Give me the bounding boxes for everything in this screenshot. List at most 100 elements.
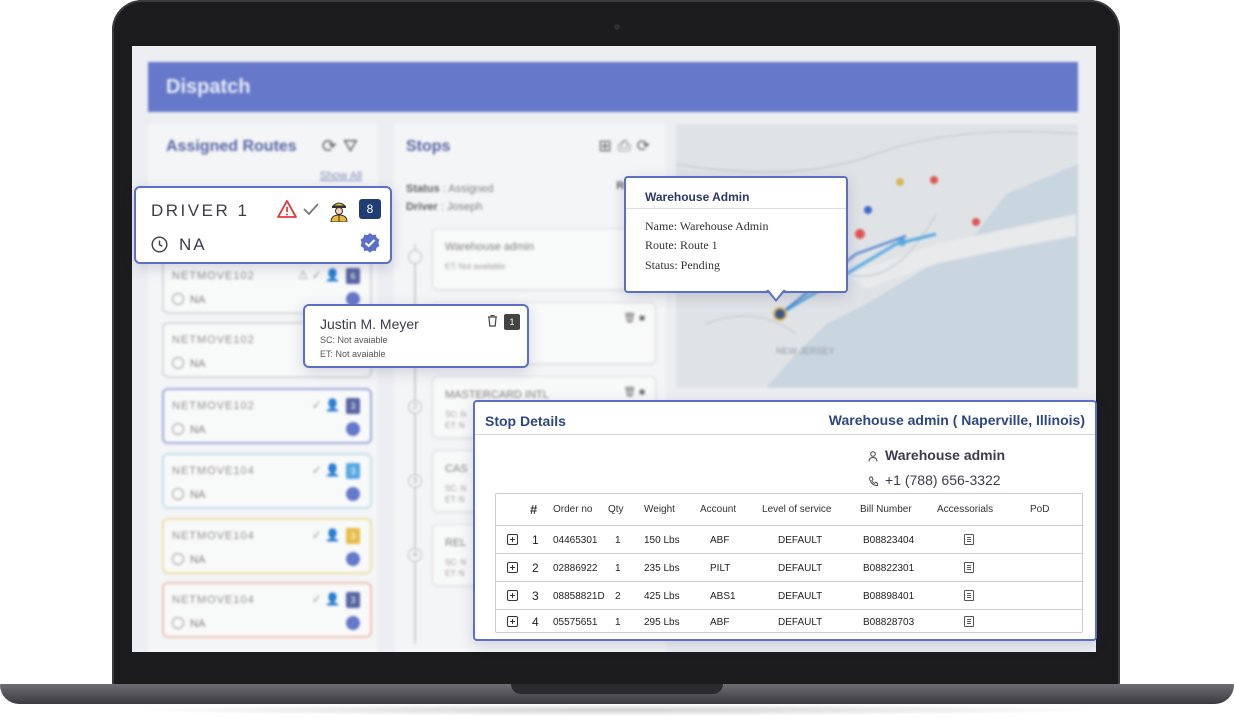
status-icons: ✓ 👤 — [311, 398, 340, 412]
stop-sc: SC: N — [445, 558, 467, 567]
popup-title: Warehouse Admin — [645, 190, 750, 204]
stop-count-badge: 3 — [346, 398, 360, 414]
phone-icon — [869, 476, 878, 486]
status-label: Status — [406, 183, 440, 195]
column-header-number: # — [530, 502, 538, 517]
driver-time: NA — [179, 235, 207, 254]
check-icon — [303, 203, 319, 216]
map-info-popup: Warehouse Admin Name: Warehouse Admin Ro… — [624, 176, 848, 293]
route-name: NETMOVE102 — [172, 270, 255, 282]
refresh-icon[interactable]: ⟳ — [322, 136, 343, 156]
map-pin[interactable] — [898, 238, 906, 246]
accessorials-icon[interactable] — [964, 562, 974, 573]
filter-icon[interactable]: ⛛ — [343, 136, 364, 156]
weight: 150 Lbs — [644, 535, 680, 546]
map-pin[interactable] — [972, 218, 980, 226]
driver-card[interactable]: DRIVER 1 8 NA — [134, 186, 392, 264]
route-card[interactable]: NETMOVE102 ✓ 👤 3 NA — [162, 388, 372, 444]
level-of-service: DEFAULT — [778, 591, 823, 602]
route-name: NETMOVE104 — [172, 530, 255, 542]
driver-avatar-icon — [330, 202, 348, 222]
show-all-link[interactable]: Show All — [320, 170, 362, 182]
stop-et: ET: N — [445, 421, 465, 430]
verified-icon — [346, 616, 360, 630]
route-time: NA — [190, 424, 206, 436]
accessorials-icon[interactable] — [964, 534, 974, 545]
timeline-dot: 4 — [408, 548, 422, 562]
status-icons: ✓ 👤 — [311, 528, 340, 542]
quantity: 2 — [615, 591, 621, 602]
stop-driver-card[interactable]: Justin M. Meyer SC: Not avaiable ET: Not… — [303, 304, 529, 368]
refresh-icon[interactable]: ⟳ — [637, 138, 656, 155]
route-time: NA — [190, 358, 206, 370]
driver-value: Joseph — [446, 201, 483, 213]
column-header-pod: PoD — [1030, 504, 1050, 515]
panel-divider — [475, 434, 1095, 435]
add-icon[interactable]: ⊞ — [598, 138, 617, 155]
map-region-label: NEW JERSEY — [776, 346, 835, 356]
stop-times: SC: N ET: N — [445, 409, 466, 431]
map-pin[interactable] — [773, 307, 787, 321]
column-header-bill-number: Bill Number — [860, 504, 912, 515]
stop-details-title: Stop Details — [485, 413, 566, 429]
expand-row-icon[interactable] — [507, 616, 518, 627]
popup-status-line: Status: Pending — [645, 258, 721, 272]
route-time: NA — [190, 618, 206, 630]
table-row[interactable]: 4 05575651 1 295 Lbs ABF DEFAULT B088287… — [496, 608, 1082, 633]
expand-row-icon[interactable] — [507, 562, 518, 573]
scheduled-time: SC: Not avaiable — [320, 335, 388, 345]
expand-row-icon[interactable] — [507, 534, 518, 545]
table-row[interactable]: 2 02886922 1 235 Lbs PILT DEFAULT B08822… — [496, 554, 1082, 582]
weight: 235 Lbs — [644, 563, 680, 574]
contact-name: Warehouse admin — [885, 447, 1006, 463]
table-row[interactable]: 1 04465301 1 150 Lbs ABF DEFAULT B088234… — [496, 526, 1082, 554]
print-icon[interactable]: ⎙ — [618, 138, 637, 155]
route-card[interactable]: NETMOVE104 ✓ 👤 3 NA — [162, 582, 372, 638]
table-row[interactable]: 3 08858821D 2 425 Lbs ABS1 DEFAULT B0889… — [496, 582, 1082, 610]
level-of-service: DEFAULT — [778, 535, 823, 546]
stop-count-badge: 3 — [346, 463, 360, 479]
map-pin[interactable] — [864, 206, 872, 214]
stop-count-badge: 3 — [346, 528, 360, 544]
bill-number: B08823404 — [863, 535, 915, 546]
row-number: 3 — [532, 589, 539, 603]
route-time: NA — [190, 294, 206, 306]
stops-toolbar[interactable]: ⊞⎙⟳ — [598, 136, 656, 156]
clock-icon — [172, 488, 184, 500]
quantity: 1 — [615, 563, 621, 574]
weight: 295 Lbs — [644, 617, 680, 628]
quantity: 1 — [615, 617, 621, 628]
map-pin[interactable] — [930, 176, 938, 184]
level-of-service: DEFAULT — [778, 563, 823, 574]
accessorials-icon[interactable] — [964, 590, 974, 601]
laptop-shadow — [120, 704, 1114, 716]
route-card[interactable]: NETMOVE104 ✓ 👤 3 NA — [162, 518, 372, 574]
stop-times: SC: N ET: N — [445, 483, 466, 505]
orders-table-header: # Order no Qty Weight Account Level of s… — [496, 494, 1082, 526]
status-icons: ✓ 👤 — [311, 592, 340, 606]
trash-icon[interactable] — [487, 314, 498, 327]
accessorials-icon[interactable] — [964, 616, 974, 627]
weight: 425 Lbs — [644, 591, 680, 602]
account: ABF — [710, 617, 730, 628]
popup-pointer-fill — [768, 289, 784, 299]
row-number: 1 — [532, 533, 539, 547]
routes-toolbar[interactable]: ⟳⛛ — [322, 136, 364, 157]
contact-phone[interactable]: +1 (788) 656-3322 — [885, 472, 1001, 488]
assigned-routes-title: Assigned Routes — [166, 138, 297, 155]
bill-number: B08828703 — [863, 617, 915, 628]
trash-icon[interactable]: 🗑 ■ — [623, 313, 645, 324]
map-pin[interactable] — [896, 178, 904, 186]
account: ABF — [710, 535, 730, 546]
clock-icon — [151, 236, 168, 253]
clock-icon — [172, 553, 184, 565]
route-card[interactable]: NETMOVE104 ✓ 👤 3 NA — [162, 453, 372, 509]
trash-icon[interactable]: 🗑 ■ — [623, 387, 645, 398]
stop-count-badge: 3 — [346, 592, 360, 608]
map-pin[interactable] — [855, 229, 865, 239]
stop-card[interactable]: Warehouse admin ET: Not available — [432, 228, 656, 290]
app-title: Dispatch — [166, 76, 251, 98]
column-header-weight: Weight — [644, 504, 675, 515]
expand-row-icon[interactable] — [507, 590, 518, 601]
timeline-dot: 3 — [408, 474, 422, 488]
